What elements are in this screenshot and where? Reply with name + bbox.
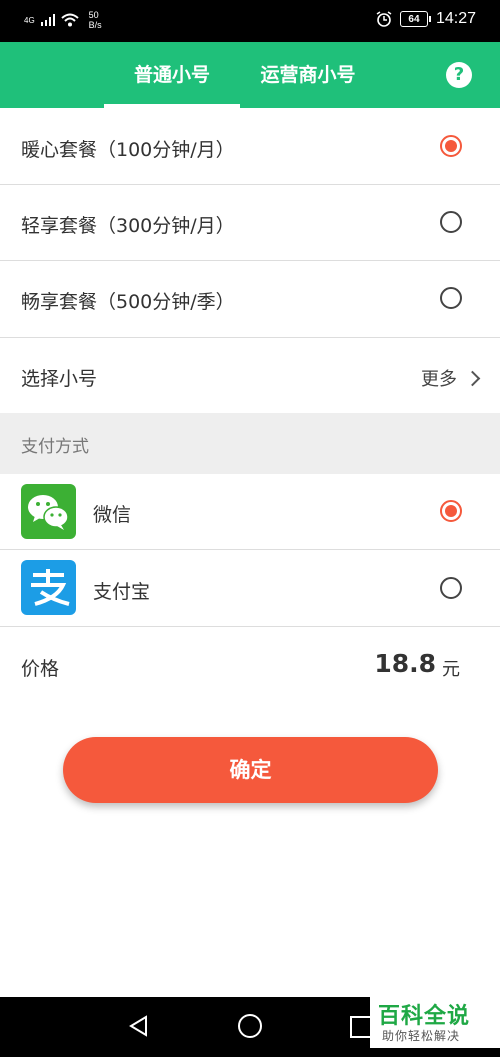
network-type: 4G — [24, 15, 35, 25]
watermark-logo: 百科全说 助你轻松解决 — [370, 996, 500, 1048]
payment-row-wechat[interactable]: 微信 — [0, 474, 500, 550]
battery-icon: 64 — [399, 11, 431, 27]
back-icon[interactable] — [128, 1015, 150, 1037]
help-icon[interactable]: ? — [446, 62, 472, 88]
clock: 14:27 — [435, 10, 476, 27]
more-link[interactable]: 更多 — [421, 365, 481, 391]
radio-button[interactable] — [440, 211, 462, 233]
payment-label: 支付宝 — [93, 581, 151, 603]
alipay-icon — [21, 560, 76, 615]
recent-apps-icon[interactable] — [350, 1016, 372, 1038]
status-bar: 4G 50 B/s 64 14:27 — [0, 0, 500, 42]
payment-section-header: 支付方式 — [0, 413, 500, 474]
status-left: 4G 50 B/s — [24, 10, 102, 30]
price-row: 价格 18.8 元 — [0, 627, 500, 705]
tab-operator-number[interactable]: 运营商小号 — [240, 42, 376, 108]
more-label: 更多 — [421, 369, 457, 390]
alarm-icon — [376, 11, 392, 27]
speed-value: 50 — [88, 10, 99, 20]
plan-row-light[interactable]: 轻享套餐（300分钟/月） — [0, 185, 500, 261]
status-right: 64 14:27 — [376, 10, 476, 28]
radio-button-selected[interactable] — [440, 500, 462, 522]
radio-button[interactable] — [440, 287, 462, 309]
plan-label: 畅享套餐（500分钟/季） — [21, 291, 235, 313]
select-number-row[interactable]: 选择小号 更多 — [0, 338, 500, 413]
network-speed: 50 B/s — [89, 10, 102, 30]
payment-section-title: 支付方式 — [21, 437, 89, 457]
wechat-icon — [21, 484, 76, 539]
plan-row-warm[interactable]: 暖心套餐（100分钟/月） — [0, 108, 500, 185]
tab-normal-number[interactable]: 普通小号 — [104, 42, 240, 108]
header: 普通小号 运营商小号 ? — [0, 42, 500, 108]
plan-label: 轻享套餐（300分钟/月） — [21, 215, 235, 237]
price-unit: 元 — [442, 659, 460, 680]
select-number-label: 选择小号 — [21, 368, 98, 390]
wifi-icon — [61, 13, 79, 27]
signal-icon — [40, 14, 55, 26]
price-label: 价格 — [21, 658, 60, 680]
plan-label: 暖心套餐（100分钟/月） — [21, 139, 235, 161]
payment-row-alipay[interactable]: 支付宝 — [0, 550, 500, 627]
confirm-button[interactable]: 确定 — [63, 737, 438, 803]
home-icon[interactable] — [238, 1014, 262, 1038]
speed-unit: B/s — [88, 20, 102, 30]
radio-button-selected[interactable] — [440, 135, 462, 157]
price-value: 18.8 — [374, 649, 436, 678]
radio-button[interactable] — [440, 577, 462, 599]
watermark-title: 百科全说 — [378, 1004, 471, 1029]
plan-row-enjoy[interactable]: 畅享套餐（500分钟/季） — [0, 261, 500, 338]
payment-label: 微信 — [93, 504, 132, 526]
chevron-right-icon — [464, 370, 481, 386]
watermark-subtitle: 助你轻松解决 — [382, 1029, 461, 1043]
